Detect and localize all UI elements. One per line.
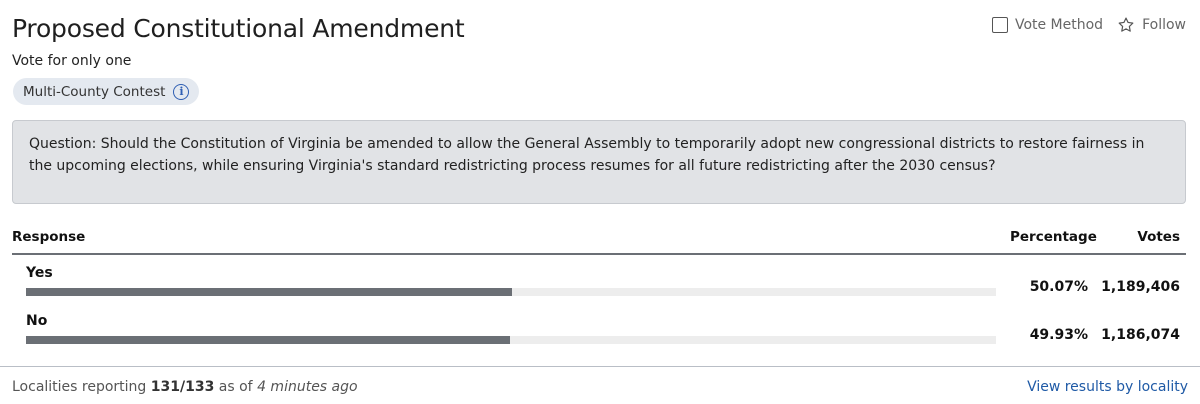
vote-method-label: Vote Method xyxy=(1014,17,1104,33)
result-bar-track xyxy=(26,288,996,296)
result-bar-fill xyxy=(26,336,511,344)
row-label: No xyxy=(26,313,48,329)
header-votes: Votes xyxy=(1137,229,1180,245)
header-response: Response xyxy=(12,229,86,245)
multi-county-badge[interactable]: Multi-County Contest i xyxy=(13,78,200,105)
badge-label: Multi-County Contest xyxy=(23,83,166,100)
contest-subtitle: Vote for only one xyxy=(12,53,132,69)
vote-method-toggle[interactable]: Vote Method xyxy=(991,17,1104,33)
results-table-header: Response Percentage Votes xyxy=(12,227,1186,255)
star-icon xyxy=(1117,16,1135,34)
reporting-prefix: Localities reporting xyxy=(12,379,147,395)
as-of-label: as of xyxy=(218,379,253,395)
contest-title: Proposed Constitutional Amendment xyxy=(12,14,465,43)
follow-button[interactable]: Follow xyxy=(1117,16,1186,34)
time-ago: 4 minutes ago xyxy=(257,379,358,395)
row-percentage: 49.93% xyxy=(1029,327,1088,343)
row-label: Yes xyxy=(26,265,53,281)
row-percentage: 50.07% xyxy=(1029,279,1088,295)
result-row-yes: Yes 50.07% 1,189,406 xyxy=(12,265,1186,313)
reporting-count: 131/133 xyxy=(150,379,215,395)
follow-label: Follow xyxy=(1142,17,1186,33)
question-box: Question: Should the Constitution of Vir… xyxy=(12,120,1186,204)
result-row-no: No 49.93% 1,186,074 xyxy=(12,313,1186,361)
result-bar-fill xyxy=(26,288,512,296)
reporting-status: Localities reporting 131/133 as of 4 min… xyxy=(12,379,358,395)
checkbox-icon[interactable] xyxy=(991,17,1008,33)
view-results-by-locality-link[interactable]: View results by locality xyxy=(1027,379,1188,395)
header-percentage: Percentage xyxy=(1010,229,1097,245)
result-bar-track xyxy=(26,336,996,344)
top-actions: Vote Method Follow xyxy=(991,16,1186,34)
info-icon[interactable]: i xyxy=(173,83,190,100)
results-footer: Localities reporting 131/133 as of 4 min… xyxy=(0,366,1200,404)
row-votes: 1,186,074 xyxy=(1101,327,1180,343)
row-votes: 1,189,406 xyxy=(1101,279,1180,295)
